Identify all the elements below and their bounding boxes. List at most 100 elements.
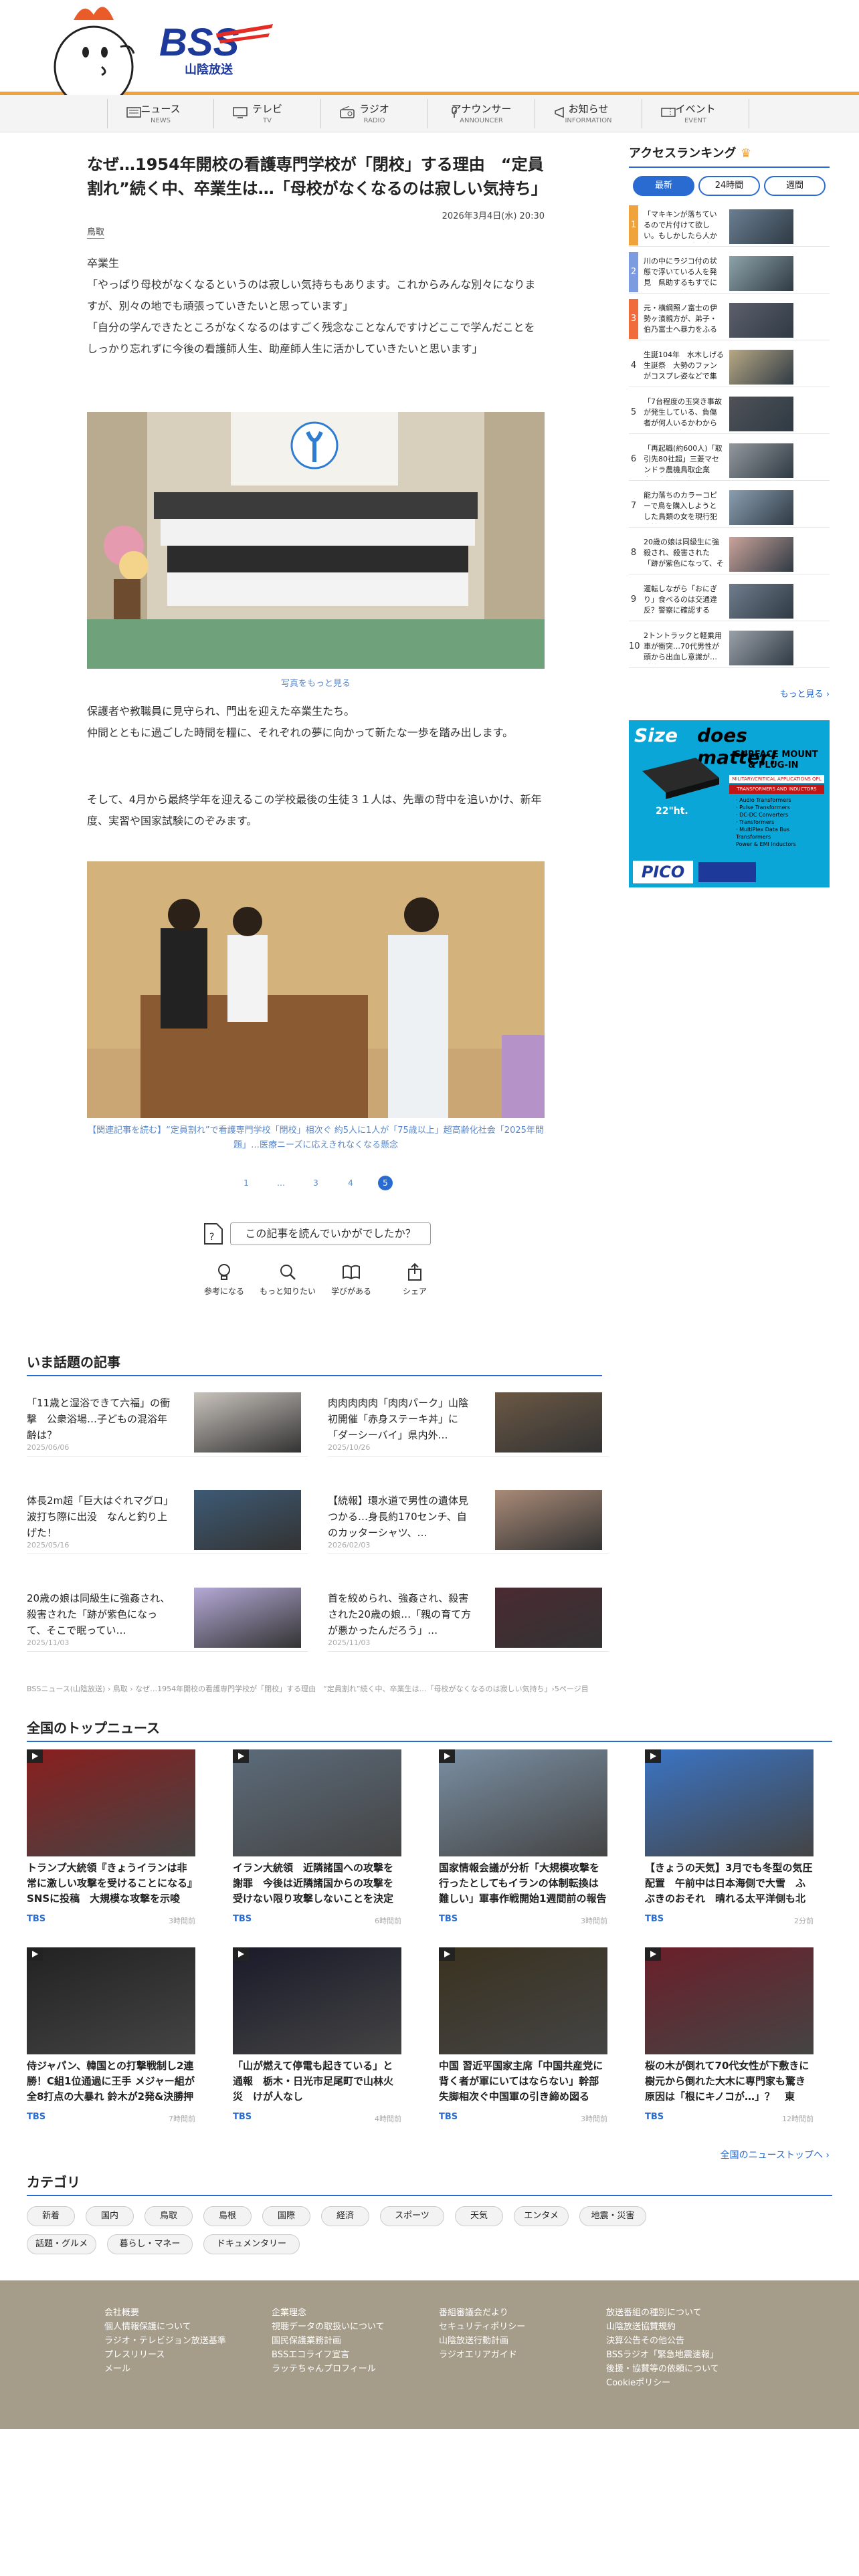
ranking-item[interactable]: 7 能力落ちのカラーコピーで鳥を購入しようとした鳥類の女を現行犯逮捕…以前にも同様… <box>629 486 830 528</box>
category-chip[interactable]: 新着 <box>27 2206 75 2226</box>
page-3[interactable]: 3 <box>308 1176 323 1190</box>
footer-link[interactable]: Cookieポリシー <box>606 2376 767 2390</box>
ranking-more-link[interactable]: もっと見る › <box>780 687 830 700</box>
national-news-item[interactable]: 国家情報会議が分析「大規模攻撃を行ったとしてもイランの体制転換は難しい」軍事作戦… <box>439 1749 607 1943</box>
footer-link[interactable]: 番組審議会だより <box>439 2306 599 2320</box>
footer-link[interactable]: 山陰放送協賛規約 <box>606 2320 767 2334</box>
bss-logo[interactable]: BSS 山陰放送 <box>153 19 280 79</box>
national-news-item[interactable]: 中国 習近平国家主席「中国共産党に背く者が軍にいてはならない」幹部失脚相次ぐ中国… <box>439 1947 607 2141</box>
topic-item[interactable]: 【続報】環水道で男性の遺体見つかる…身長約170センチ、自のカッターシャツ、… 2… <box>328 1487 609 1554</box>
national-news-source: TBS <box>27 2112 46 2122</box>
react-helpful[interactable]: 参考になる <box>194 1263 254 1297</box>
category-chip[interactable]: 鳥取 <box>145 2206 193 2226</box>
footer-link[interactable]: 後援・協賛等の依頼について <box>606 2362 767 2376</box>
nav-announcer[interactable]: アナウンサー ANNOUNCER <box>428 99 535 128</box>
related-article-link[interactable]: 【関連記事を読む】“定員割れ”で看護専門学校「閉校」相次ぐ 約5人に1人が「75… <box>87 1123 545 1153</box>
topic-item[interactable]: 肉肉肉肉肉「肉肉パーク」山陰初開催「赤身ステーキ丼」に「ダーシーバイ」県内外… 2… <box>328 1390 609 1457</box>
ad-feature: Power & EMI Inductors <box>736 841 796 847</box>
footer-link[interactable]: ラッテちゃんプロフィール <box>272 2362 432 2376</box>
nav-information[interactable]: お知らせ INFORMATION <box>535 99 642 128</box>
ranking-number: 2 <box>629 252 638 292</box>
ranking-item[interactable]: 2川の中にラジコ付の状態で浮いている人を発見 県助するもすでに亡くなった状態 第… <box>629 252 830 294</box>
category-chip[interactable]: スポーツ <box>380 2206 444 2226</box>
footer-link[interactable]: BSSラジオ「緊急地震速報」 <box>606 2348 767 2362</box>
footer-link[interactable]: ラジオ・テレビジョン放送基準 <box>104 2334 265 2348</box>
category-chip[interactable]: エンタメ <box>514 2206 569 2226</box>
footer-link[interactable]: セキュリティポリシー <box>439 2320 599 2334</box>
category-chip[interactable]: 国内 <box>86 2206 134 2226</box>
footer-link[interactable]: ラジオエリアガイド <box>439 2348 599 2362</box>
topic-item[interactable]: 「11歳と湿浴できて六福」の衝撃 公衆浴場…子どもの混浴年齢は？ 2025/06/… <box>27 1390 308 1457</box>
news-icon <box>126 107 141 118</box>
ranking-item[interactable]: 5 「7台程度の玉突き事故が発生している、負傷者が何人いるかわからない」 山陰道上… <box>629 393 830 434</box>
footer-link[interactable]: 企業理念 <box>272 2306 432 2320</box>
mascot-icon[interactable] <box>47 0 140 95</box>
article: なぜ…1954年開校の看護専門学校が「閉校」する理由 “定員割れ”続く中、卒業生… <box>87 152 547 1296</box>
article-region-link[interactable]: 鳥取 <box>87 225 105 239</box>
footer-link[interactable]: 視聴データの取扱いについて <box>272 2320 432 2334</box>
ranking-number: 4 <box>630 360 637 370</box>
topic-item[interactable]: 体長2m超「巨大はぐれマグロ」波打ち際に出没 なんと釣り上げた！ 2025/05/… <box>27 1487 308 1554</box>
ranking-item[interactable]: 1「マキキンが落ちているので片付けて欲しい。もしかしたら人かもしれない」 中心市… <box>629 205 830 247</box>
ranking-item[interactable]: 8 20歳の娘は同級生に強殺され、殺害された「跡が紫色になって、そこで眠ってい… <box>629 533 830 574</box>
category-chip[interactable]: 話題・グルメ <box>27 2234 96 2254</box>
footer-link[interactable]: 山陰放送行動計画 <box>439 2334 599 2348</box>
ranking-item[interactable]: 3元・横綱照ノ富士の伊勢ヶ濱親方が、弟子・伯乃富士へ暴力をふるったとされる問題… <box>629 299 830 340</box>
page-4[interactable]: 4 <box>343 1176 358 1190</box>
page-1[interactable]: 1 <box>239 1176 254 1190</box>
category-chip[interactable]: 国際 <box>262 2206 310 2226</box>
nav-announcer-sub: ANNOUNCER <box>460 117 503 124</box>
ranking-tab-weekly[interactable]: 週間 <box>764 176 826 196</box>
ad-brand: PICO <box>633 861 693 883</box>
national-news-item[interactable]: イラン大統領 近隣諸国への攻撃を謝罪 今後は近隣諸国からの攻撃を受けない限り攻撃… <box>233 1749 401 1943</box>
national-news-item[interactable]: 侍ジャパン、韓国との打撃戦制し2連勝！C組1位通過に王手 メジャー組が全8打点の… <box>27 1947 195 2141</box>
share-icon <box>408 1263 421 1281</box>
ranking-tab-24h[interactable]: 24時間 <box>698 176 760 196</box>
nav-event[interactable]: イベント EVENT <box>642 99 749 128</box>
ranking-tab-latest[interactable]: 最新 <box>633 176 694 196</box>
national-news-item[interactable]: 「山が燃えて停電も起きている」と通報 栃木・日光市足尾町で山林火災 けが人なし T… <box>233 1947 401 2141</box>
topics-heading: いま話題の記事 <box>27 1352 602 1376</box>
footer-link[interactable]: メール <box>104 2362 265 2376</box>
footer-link[interactable]: 国民保護業務計画 <box>272 2334 432 2348</box>
category-chip[interactable]: 天気 <box>455 2206 503 2226</box>
nav-tv[interactable]: テレビ TV <box>214 99 321 128</box>
breadcrumb[interactable]: BSSニュース(山陰放送) › 鳥取 › なぜ…1954年開校の看護専門学校が「… <box>27 1683 830 1694</box>
photo-more-link[interactable]: 写真をもっと見る <box>87 677 545 691</box>
ranking-item[interactable]: 10 2トントラックと軽乗用車が衝突…70代男性が頭から出血し意識が…重篤はかり命… <box>629 627 830 668</box>
nav-radio[interactable]: ラジオ RADIO <box>321 99 428 128</box>
ranking-item[interactable]: 6 「再起職(約600人)「取引先80社超」三菱マセンドラ農機鳥取企業事・支援策を… <box>629 439 830 481</box>
national-news-title: 【きょうの天気】3月でも冬型の気圧配置 午前中は日本海側で大雪 ふぶきのおそれ … <box>645 1862 813 1905</box>
category-chip[interactable]: 暮らし・マネー <box>107 2234 193 2254</box>
nav-news[interactable]: ニュース NEWS <box>107 99 214 128</box>
category-chip[interactable]: 地震・災害 <box>579 2206 646 2226</box>
topic-item[interactable]: 首を絞められ、強姦され、殺害された20歳の娘…「親の育て方が悪かったんだろう」…… <box>328 1585 609 1652</box>
react-share[interactable]: シェア <box>385 1263 445 1297</box>
play-icon <box>645 1947 661 1961</box>
category-chip[interactable]: ドキュメンタリー <box>203 2234 300 2254</box>
topic-item[interactable]: 20歳の娘は同級生に強姦され、殺害された「跡が紫色になって、そこで眠ってい… 20… <box>27 1585 308 1652</box>
graduation-photo[interactable] <box>87 412 545 669</box>
footer-link[interactable]: 決算公告その他公告 <box>606 2334 767 2348</box>
national-news-thumbnail <box>645 1749 814 1856</box>
react-learn[interactable]: 学びがある <box>321 1263 381 1297</box>
footer-link[interactable]: 個人情報保護について <box>104 2320 265 2334</box>
national-news-item[interactable]: 【きょうの天気】3月でも冬型の気圧配置 午前中は日本海側で大雪 ふぶきのおそれ … <box>645 1749 814 1943</box>
ceremony-photo[interactable] <box>87 861 545 1118</box>
national-news-item[interactable]: トランプ大統領『きょうイランは非常に激しい攻撃を受けることになる』SNSに投稿 … <box>27 1749 195 1943</box>
footer-link[interactable]: BSSエコライフ宣言 <box>272 2348 432 2362</box>
national-news-item[interactable]: 桜の木が倒れて70代女性が下敷きに 樹元から倒れた大木に専門家も驚き 原因は「根… <box>645 1947 814 2141</box>
national-more-link[interactable]: 全国のニューストップへ › <box>721 2148 830 2161</box>
page-5[interactable]: 5 <box>378 1176 393 1190</box>
category-chip[interactable]: 経済 <box>321 2206 369 2226</box>
footer-link[interactable]: プレスリリース <box>104 2348 265 2362</box>
footer-link[interactable]: 会社概要 <box>104 2306 265 2320</box>
ad-feature: · Transformers <box>736 819 775 825</box>
feedback-button[interactable]: この記事を読んでいかがでしたか？ <box>230 1222 431 1245</box>
category-chip[interactable]: 島根 <box>203 2206 252 2226</box>
footer-link[interactable]: 放送番組の種別について <box>606 2306 767 2320</box>
advertisement[interactable]: Size does matter! SURFACE MOUNT & PLUG-I… <box>629 720 830 887</box>
react-more[interactable]: もっと知りたい <box>258 1263 318 1297</box>
ranking-item[interactable]: 4 生誕104年 水木しげる生誕祭 大勢のファンがコスプレ姿などで集まりお祝い <box>629 346 830 387</box>
ranking-item[interactable]: 9 運転しながら「おにぎり」食べるのは交通違反？警察に確認すると… <box>629 580 830 621</box>
